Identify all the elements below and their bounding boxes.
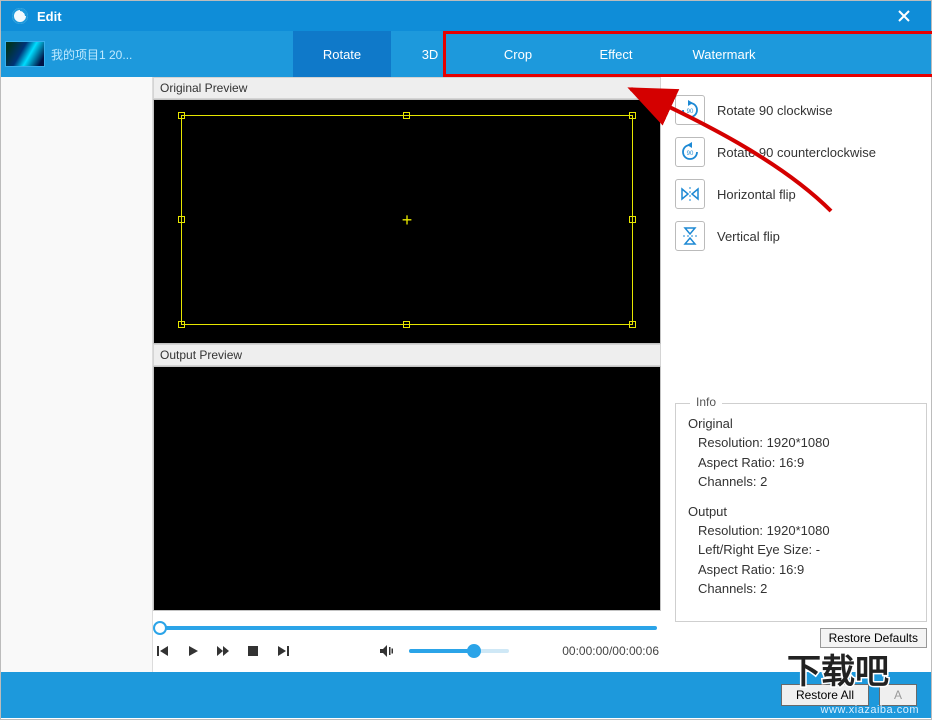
fast-forward-button[interactable] [215, 643, 231, 659]
volume-slider[interactable] [409, 649, 509, 653]
info-output-title: Output [688, 504, 916, 519]
crop-center-icon[interactable]: + [398, 211, 416, 229]
tab-crop[interactable]: Crop [469, 31, 567, 77]
restore-defaults-button[interactable]: Restore Defaults [820, 628, 927, 648]
info-panel: Info Original Resolution: 1920*1080 Aspe… [675, 403, 927, 622]
info-output-channels: Channels: 2 [698, 579, 916, 599]
restore-all-button[interactable]: Restore All [781, 684, 869, 706]
info-original-channels: Channels: 2 [698, 472, 916, 492]
info-original-title: Original [688, 416, 916, 431]
window-title: Edit [37, 9, 62, 24]
time-display: 00:00:00/00:00:06 [562, 644, 659, 658]
tab-rotate[interactable]: Rotate [293, 31, 391, 77]
info-legend: Info [690, 395, 722, 409]
volume-thumb[interactable] [467, 644, 481, 658]
rotate-cw-label: Rotate 90 clockwise [717, 103, 833, 118]
app-icon [11, 7, 29, 25]
crop-handle-se[interactable] [629, 321, 636, 328]
tab-watermark[interactable]: Watermark [665, 31, 783, 77]
project-thumbnail [5, 41, 45, 67]
svg-text:90: 90 [687, 109, 694, 115]
crop-handle-w[interactable] [178, 216, 185, 223]
horizontal-flip-label: Horizontal flip [717, 187, 796, 202]
horizontal-flip-button[interactable] [675, 179, 705, 209]
crop-handle-nw[interactable] [178, 112, 185, 119]
tab-effect[interactable]: Effect [567, 31, 665, 77]
stop-button[interactable] [245, 643, 261, 659]
site-watermark: www.xiazaiba.com [821, 704, 919, 716]
original-preview[interactable]: + [153, 99, 661, 344]
svg-text:90: 90 [687, 151, 694, 157]
rotate-ccw-label: Rotate 90 counterclockwise [717, 145, 876, 160]
info-output-resolution: Resolution: 1920*1080 [698, 521, 916, 541]
info-output-aspect: Aspect Ratio: 16:9 [698, 560, 916, 580]
info-output-lre: Left/Right Eye Size: - [698, 540, 916, 560]
vertical-flip-label: Vertical flip [717, 229, 780, 244]
volume-icon[interactable] [379, 643, 395, 659]
play-button[interactable] [185, 643, 201, 659]
seek-bar[interactable] [153, 619, 661, 637]
rotate-cw-button[interactable]: 90 [675, 95, 705, 125]
tab-bar: Rotate 3D Crop Effect Watermark [153, 31, 931, 77]
crop-handle-n[interactable] [403, 112, 410, 119]
crop-handle-s[interactable] [403, 321, 410, 328]
prev-button[interactable] [155, 643, 171, 659]
rotate-ccw-button[interactable]: 90 [675, 137, 705, 167]
tab-3d[interactable]: 3D [391, 31, 469, 77]
original-preview-label: Original Preview [153, 77, 661, 99]
crop-frame[interactable]: + [181, 115, 633, 325]
info-original-resolution: Resolution: 1920*1080 [698, 433, 916, 453]
project-title: 我的项目1 20... [51, 46, 143, 63]
output-preview [153, 366, 661, 611]
next-button[interactable] [275, 643, 291, 659]
seek-thumb[interactable] [153, 621, 167, 635]
output-preview-label: Output Preview [153, 344, 661, 366]
crop-handle-e[interactable] [629, 216, 636, 223]
info-original-aspect: Aspect Ratio: 16:9 [698, 453, 916, 473]
vertical-flip-button[interactable] [675, 221, 705, 251]
close-button[interactable] [887, 1, 921, 31]
crop-handle-ne[interactable] [629, 112, 636, 119]
sidebar [1, 77, 153, 672]
sidebar-item[interactable]: 我的项目1 20... [1, 31, 153, 77]
apply-all-button[interactable]: A [879, 684, 917, 706]
crop-handle-sw[interactable] [178, 321, 185, 328]
